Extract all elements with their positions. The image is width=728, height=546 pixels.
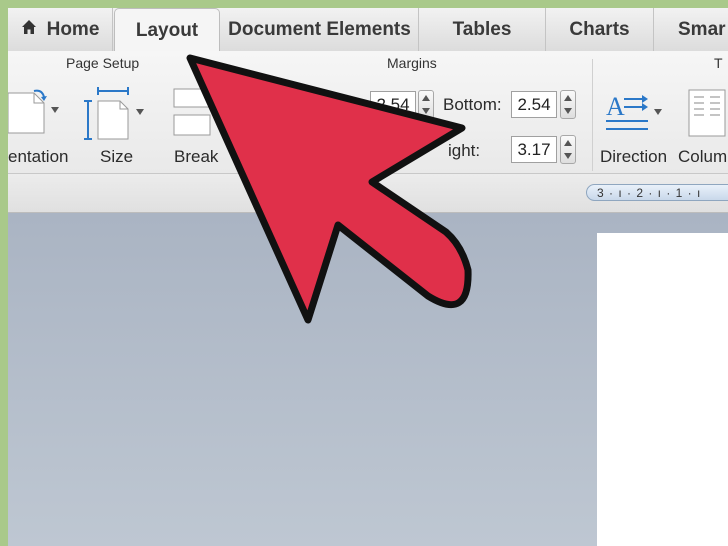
- tab-smartart[interactable]: Smar: [654, 8, 728, 51]
- columns-label: Colum: [678, 147, 728, 166]
- tab-charts[interactable]: Charts: [546, 8, 654, 51]
- svg-text:A: A: [606, 92, 625, 121]
- margin-right-stepper[interactable]: [560, 135, 576, 164]
- document-workspace: [8, 213, 728, 546]
- margin-top-field[interactable]: 2.54: [370, 91, 416, 118]
- tab-document-elements[interactable]: Document Elements: [221, 8, 419, 51]
- tab-smartart-label: Smar: [678, 18, 726, 40]
- group-title-margins: Margins: [387, 55, 437, 71]
- orientation-button[interactable]: entation: [8, 77, 76, 167]
- group-title-text-layout: T: [714, 55, 723, 71]
- size-button[interactable]: Size: [84, 77, 154, 167]
- word-window: Home Layout Document Elements Tables Cha…: [8, 8, 728, 546]
- ribbon-tab-bar: Home Layout Document Elements Tables Cha…: [8, 8, 728, 52]
- margin-bottom-field[interactable]: 2.54: [511, 91, 557, 118]
- break-icon: [172, 87, 222, 142]
- tab-document-elements-label: Document Elements: [228, 18, 411, 40]
- text-direction-icon: A: [604, 89, 666, 144]
- tab-tables[interactable]: Tables: [419, 8, 546, 51]
- horizontal-ruler[interactable]: 3 · ı · 2 · ı · 1 · ı: [586, 184, 728, 201]
- home-icon: [21, 19, 37, 41]
- size-label: Size: [100, 147, 134, 166]
- orientation-icon: [8, 87, 68, 140]
- tab-home[interactable]: Home: [8, 8, 113, 51]
- ruler-bar: 3 · ı · 2 · ı · 1 · ı: [8, 174, 728, 213]
- columns-icon: [688, 89, 728, 142]
- margin-top-label: Top:: [328, 95, 361, 114]
- document-page[interactable]: [597, 233, 728, 546]
- ribbon-panel: Page Setup Margins T entation Size Break…: [8, 51, 728, 174]
- orientation-label: entation: [8, 147, 69, 166]
- group-title-page-setup: Page Setup: [66, 55, 140, 71]
- tab-home-label: Home: [46, 18, 100, 40]
- tab-charts-label: Charts: [569, 18, 630, 40]
- columns-button[interactable]: Colum: [678, 77, 728, 167]
- break-button[interactable]: Break: [168, 77, 238, 167]
- margin-bottom-stepper[interactable]: [560, 90, 576, 119]
- direction-button[interactable]: A Direction: [598, 77, 674, 167]
- break-label: Break: [174, 147, 219, 166]
- tab-layout[interactable]: Layout: [114, 8, 220, 52]
- margin-bottom-label: Bottom:: [443, 95, 502, 114]
- group-divider: [592, 59, 593, 171]
- margin-top-stepper[interactable]: [418, 90, 434, 119]
- direction-label: Direction: [600, 147, 668, 166]
- page-size-icon: [84, 87, 150, 148]
- tab-tables-label: Tables: [452, 18, 512, 40]
- margin-right-label: ight:: [448, 141, 481, 160]
- tab-layout-label: Layout: [135, 19, 199, 41]
- margin-right-field[interactable]: 3.17: [511, 136, 557, 163]
